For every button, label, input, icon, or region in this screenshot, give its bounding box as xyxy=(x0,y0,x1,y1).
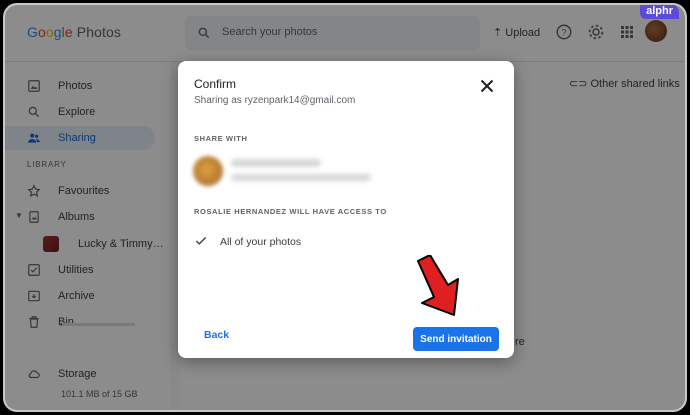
watermark: alphr xyxy=(640,5,679,19)
contact-email-redacted xyxy=(231,174,371,181)
contact-avatar xyxy=(193,156,223,186)
app-window: Google Photos Search your photos ⇡ Uploa… xyxy=(3,3,687,412)
dialog-title: Confirm xyxy=(194,77,237,91)
send-invitation-button[interactable]: Send invitation xyxy=(413,327,499,351)
back-button[interactable]: Back xyxy=(194,325,239,345)
share-with-label: SHARE WITH xyxy=(194,134,248,143)
check-icon xyxy=(195,237,207,245)
red-arrow-annotation-icon xyxy=(417,255,459,316)
access-label: ROSALIE HERNANDEZ WILL HAVE ACCESS TO xyxy=(194,207,387,216)
close-icon[interactable] xyxy=(476,75,498,97)
dialog-subtitle: Sharing as ryzenpark14@gmail.com xyxy=(194,95,356,106)
access-item-text: All of your photos xyxy=(220,236,302,248)
contact-name-redacted xyxy=(231,159,321,167)
